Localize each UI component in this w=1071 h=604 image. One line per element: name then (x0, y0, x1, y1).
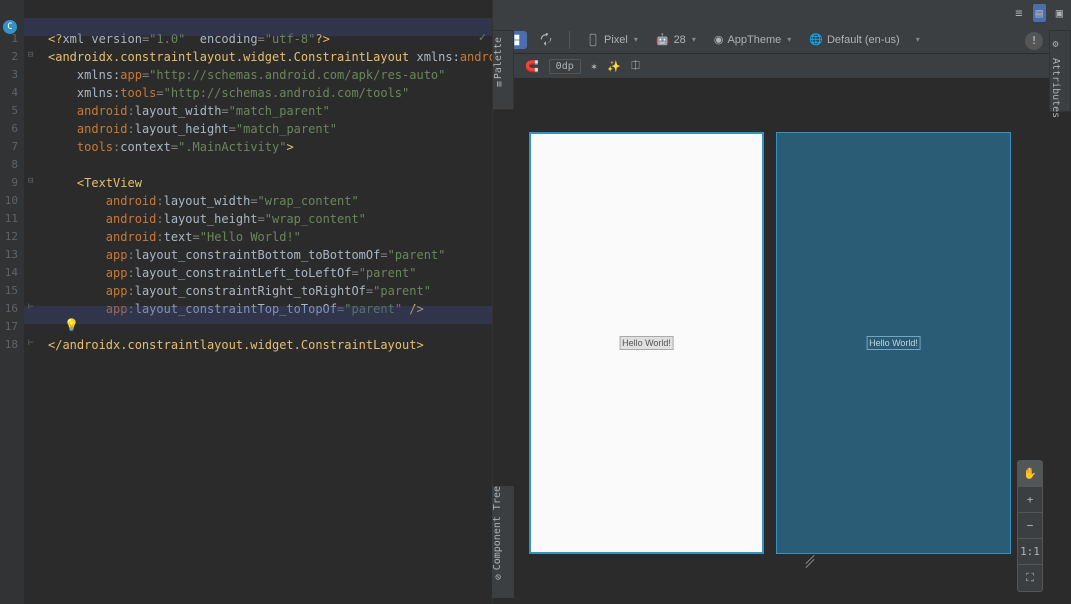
pan-button[interactable]: ✋ (1018, 461, 1042, 487)
line-number: 15 (0, 282, 24, 300)
zoom-fit-button[interactable]: ⛶ (1018, 565, 1042, 591)
api-selector[interactable]: 🤖28▾ (650, 31, 702, 48)
line-number: 5 (0, 102, 24, 120)
line-number: 9 (0, 174, 24, 192)
component-tree-panel-tab[interactable]: Component Tree ⊘ (492, 486, 514, 598)
autoconnect-icon[interactable]: 🧲 (525, 60, 539, 73)
design-toolbar-secondary: 👁 🧲 0dp ✶ ✨ ⎅ (493, 54, 1071, 78)
line-number: 18 (0, 336, 24, 354)
line-number: 10 (0, 192, 24, 210)
editor-gutter: 1 2 3 4 5 6 7 8 9 10 11 12 13 14 15 16 1… (0, 0, 24, 604)
device-preview-blueprint[interactable]: Hello World! (776, 132, 1011, 554)
line-highlight (24, 18, 492, 36)
line-number: 12 (0, 228, 24, 246)
view-code-icon[interactable]: ≡ (1015, 6, 1022, 20)
zoom-out-button[interactable]: − (1018, 513, 1042, 539)
palette-panel-tab[interactable]: Palette ≡ (492, 30, 514, 110)
line-number: 17 (0, 318, 24, 336)
resize-handle-icon[interactable] (804, 559, 818, 569)
attributes-panel-tab[interactable]: ⚙ Attributes (1049, 30, 1071, 112)
default-margin-selector[interactable]: 0dp (549, 59, 581, 74)
design-toolbar: Pixel▾ 🤖28▾ ◉AppTheme▾ 🌐Default (en-us)▾ (493, 26, 1071, 54)
device-preview-design[interactable]: Hello World! (529, 132, 764, 554)
zoom-in-button[interactable]: + (1018, 487, 1042, 513)
zoom-reset-button[interactable]: 1:1 (1018, 539, 1042, 565)
warnings-icon[interactable]: ! (1025, 32, 1043, 50)
inspection-check-icon[interactable]: ✓ (479, 30, 486, 44)
line-number: 4 (0, 84, 24, 102)
orientation-button[interactable] (533, 31, 559, 49)
line-number: 16 (0, 300, 24, 318)
line-number: 8 (0, 156, 24, 174)
locale-selector[interactable]: 🌐Default (en-us)▾ (803, 31, 925, 48)
device-selector[interactable]: Pixel▾ (580, 31, 644, 49)
view-design-icon[interactable]: ▣ (1056, 6, 1063, 20)
clear-constraints-icon[interactable]: ✶ (591, 60, 598, 73)
line-number: 6 (0, 120, 24, 138)
code-editor[interactable]: ✓ <?xml version="1.0" encoding="utf-8"?>… (24, 0, 492, 604)
theme-selector[interactable]: ◉AppTheme▾ (708, 31, 797, 48)
line-number: 2 (0, 48, 24, 66)
zoom-panel: ✋ + − 1:1 ⛶ (1017, 460, 1043, 592)
gutter-change-marker[interactable]: C (3, 20, 17, 34)
design-canvas[interactable]: Hello World! Hello World! (493, 78, 1071, 604)
line-number: 13 (0, 246, 24, 264)
line-highlight (24, 306, 492, 324)
intention-bulb-icon[interactable]: 💡 (64, 318, 79, 332)
line-number: 14 (0, 264, 24, 282)
line-number: 11 (0, 210, 24, 228)
textview-blueprint[interactable]: Hello World! (866, 336, 921, 350)
line-number: 3 (0, 66, 24, 84)
line-number: 7 (0, 138, 24, 156)
textview-preview[interactable]: Hello World! (619, 336, 674, 350)
infer-constraints-icon[interactable]: ✨ (607, 60, 621, 73)
view-split-icon[interactable]: ▤ (1033, 4, 1046, 22)
guidelines-icon[interactable]: ⎅ (631, 59, 640, 73)
